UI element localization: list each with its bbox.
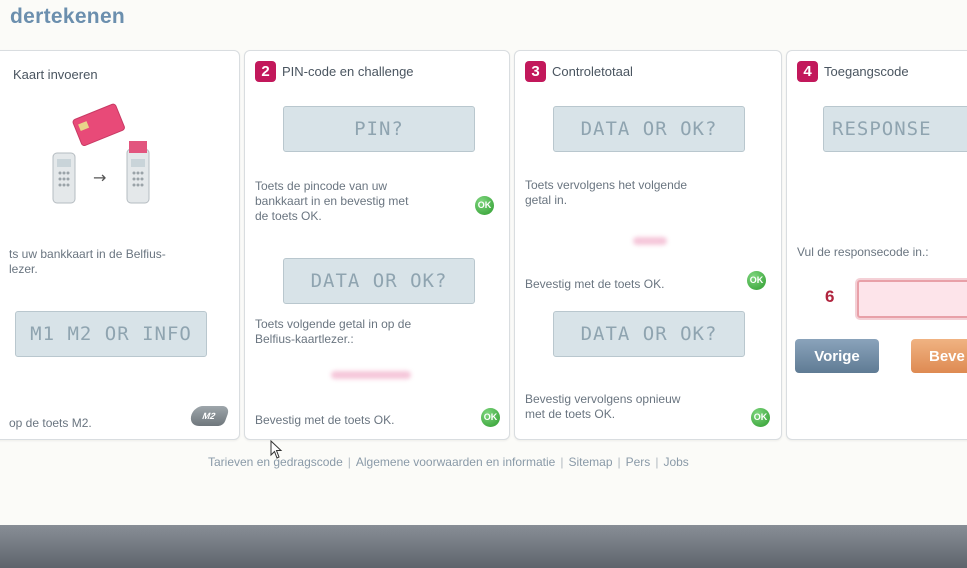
instruction-text: op de toets M2. (9, 416, 92, 430)
browser-bottom-bar (0, 525, 967, 568)
step-card-3: 3 Controletotaal DATA OR OK? Toets vervo… (514, 50, 782, 440)
svg-text:→: → (93, 168, 106, 187)
m2-key-label: M2 (200, 411, 218, 421)
card-reader-illustration: → (52, 103, 150, 204)
step-title: Controletotaal (552, 64, 633, 79)
instruction-text: Bevestig vervolgens opnieuw met de toets… (525, 392, 681, 421)
instruction-text: Toets vervolgens het volgende getal in. (525, 178, 688, 207)
m2-key-icon: M2 (187, 406, 231, 426)
step-card-4: 4 Toegangscode RESPONSE Vul de responsec… (786, 50, 967, 440)
field-marker: 6 (825, 287, 835, 306)
step-number-badge: 4 (797, 61, 818, 82)
footer-link-voorwaarden[interactable]: Algemene voorwaarden en informatie (356, 455, 555, 469)
ok-key-icon: OK (481, 408, 500, 427)
reader-display-data: DATA OR OK? (553, 311, 745, 357)
step-number-badge: 3 (525, 61, 546, 82)
ok-key-icon: OK (751, 408, 770, 427)
challenge-code (331, 371, 411, 379)
response-code-input[interactable] (857, 280, 967, 318)
instruction-text: Bevestig met de toets OK. (525, 277, 665, 291)
step-title: Toegangscode (824, 64, 909, 79)
mouse-cursor-icon (270, 440, 283, 459)
control-total-code (633, 237, 667, 245)
step-title: PIN-code en challenge (282, 64, 414, 79)
instruction-text: ts uw bankkaart in de Belfius- lezer. (9, 247, 166, 276)
footer-link-pers[interactable]: Pers (626, 455, 651, 469)
instruction-text: Bevestig met de toets OK. (255, 413, 395, 427)
step-number-badge: 2 (255, 61, 276, 82)
instruction-text: Toets de pincode van uw bankkaart in en … (255, 179, 409, 223)
reader-display-data: DATA OR OK? (283, 258, 475, 304)
footer-link-jobs[interactable]: Jobs (663, 455, 688, 469)
instruction-text: Toets volgende getal in op de Belfius-ka… (255, 317, 412, 346)
step-card-1: Kaart invoeren → ts uw bankkaart in de B… (0, 50, 240, 440)
reader-display-pin: PIN? (283, 106, 475, 152)
ok-key-icon: OK (747, 271, 766, 290)
instruction-text: Vul de responsecode in.: (797, 245, 929, 259)
footer-link-sitemap[interactable]: Sitemap (568, 455, 612, 469)
reader-display-data: DATA OR OK? (553, 106, 745, 152)
page-title: dertekenen (10, 5, 126, 28)
step-card-2: 2 PIN-code en challenge PIN? Toets de pi… (244, 50, 510, 440)
ok-key-icon: OK (475, 196, 494, 215)
previous-button[interactable]: Vorige (795, 339, 879, 373)
reader-display-response: RESPONSE (823, 106, 967, 152)
next-button[interactable]: Beve (911, 339, 967, 373)
step-title: Kaart invoeren (13, 67, 98, 82)
reader-display: M1 M2 OR INFO (15, 311, 207, 357)
